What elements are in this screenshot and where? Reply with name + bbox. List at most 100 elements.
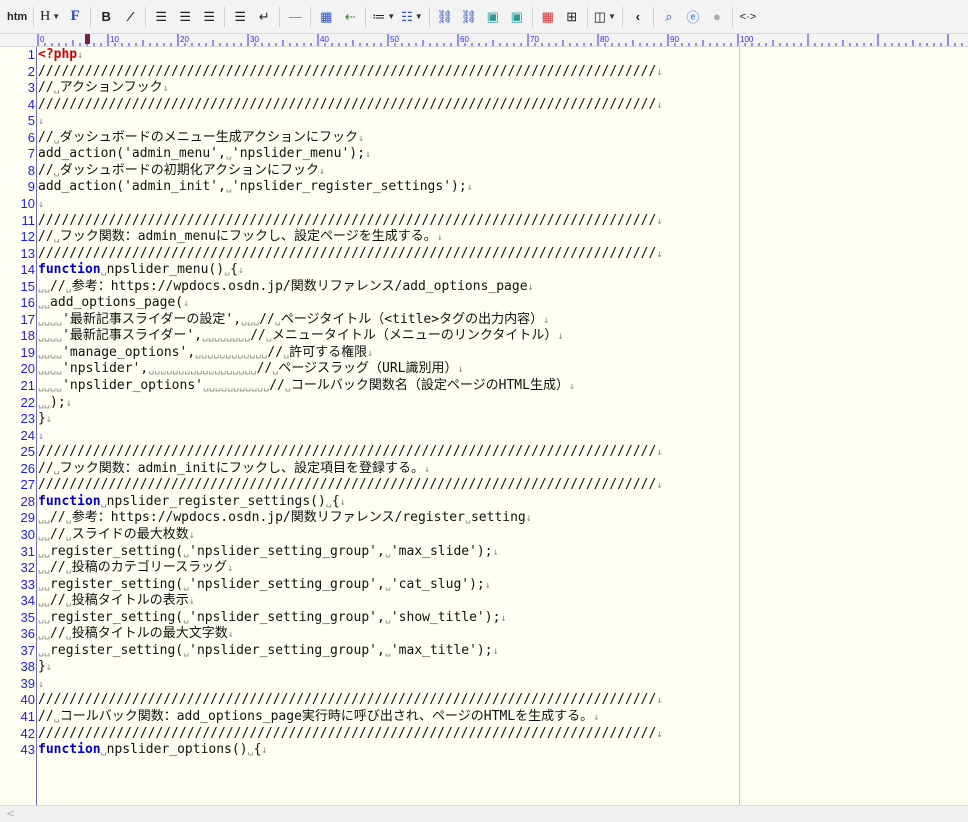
htm-button[interactable]: htm [7, 6, 27, 28]
code-text[interactable]: ␣␣);↓ [38, 395, 72, 413]
code-text[interactable]: ␣␣//␣参考：https://wpdocs.osdn.jp/関数リファレンス/… [38, 510, 532, 528]
code-text[interactable]: //␣ダッシュボードのメニュー生成アクションにフック↓ [38, 130, 364, 148]
code-text[interactable]: //␣コールバック関数：add_options_page実行時に呼び出され、ペー… [38, 709, 599, 727]
special-char-button[interactable]: ⊞ [563, 6, 581, 28]
code-text[interactable]: ////////////////////////////////////////… [38, 64, 662, 82]
browser-button[interactable]: ⓔ [684, 6, 702, 28]
italic-button[interactable]: ∕ [121, 6, 139, 28]
code-text[interactable]: }↓ [38, 411, 52, 429]
image-edit-button[interactable]: ▣ [508, 6, 526, 28]
code-text[interactable]: function␣npslider_register_settings()␣{↓ [38, 494, 346, 512]
code-text[interactable]: }↓ [38, 659, 52, 677]
whitespace-marker: ␣␣ [38, 298, 51, 310]
code-token: 'cat_slug'); [390, 576, 485, 592]
code-text[interactable]: ␣␣register_setting(␣'npslider_setting_gr… [38, 544, 499, 562]
code-text[interactable]: ␣␣register_setting(␣'npslider_setting_gr… [38, 577, 491, 595]
code-text[interactable]: add_action('admin_menu',␣'npslider_menu'… [38, 146, 371, 164]
code-text[interactable]: ////////////////////////////////////////… [38, 726, 662, 744]
code-token: // [38, 80, 54, 96]
align-center-button[interactable]: ☰ [176, 6, 194, 28]
code-text[interactable]: ␣␣//␣参考：https://wpdocs.osdn.jp/関数リファレンス/… [38, 279, 534, 297]
color-button[interactable]: ▦ [539, 6, 557, 28]
unlink-button[interactable]: ⛓ [460, 6, 478, 28]
toolbar-separator [621, 6, 623, 27]
code-text[interactable]: //␣フック関数：admin_menuにフックし、設定ページを生成する。↓ [38, 229, 443, 247]
code-text[interactable]: ␣␣add_options_page(↓ [38, 295, 189, 313]
unordered-list-dropdown[interactable]: ☷ ▼ [401, 6, 423, 28]
code-text[interactable]: //␣フック関数：admin_initにフックし、設定項目を登録する。↓ [38, 461, 430, 479]
code-tag-button[interactable]: <·> [739, 6, 757, 28]
code-editor[interactable]: 1 <?php↓ 2////////////////////////////////… [0, 47, 968, 805]
preview-button[interactable]: ⌕ [660, 6, 678, 28]
code-text[interactable]: ␣␣␣␣'manage_options',␣␣␣␣␣␣␣␣␣␣␣␣//␣許可する… [38, 345, 373, 363]
code-text[interactable]: ␣␣//␣投稿タイトルの表示↓ [38, 593, 195, 611]
code-text[interactable]: ␣␣␣␣'npslider',␣␣␣␣␣␣␣␣␣␣␣␣␣␣␣␣␣␣//␣ページス… [38, 361, 464, 379]
paragraph-button[interactable]: ☰ [231, 6, 249, 28]
code-text[interactable]: ↓ [38, 196, 44, 214]
image-button[interactable]: ▣ [484, 6, 502, 28]
back-button[interactable]: ‹ [629, 6, 647, 28]
code-text[interactable]: ␣␣␣␣'npslider_options'␣␣␣␣␣␣␣␣␣␣␣//␣コールバ… [38, 378, 575, 396]
whitespace-marker: ↓ [492, 546, 499, 558]
code-text[interactable]: ␣␣register_setting(␣'npslider_setting_gr… [38, 643, 499, 661]
ruler-label: 30 [250, 35, 259, 44]
code-text[interactable]: ////////////////////////////////////////… [38, 97, 662, 115]
table-button[interactable]: ▦ [317, 6, 335, 28]
align-left-button[interactable]: ☰ [152, 6, 170, 28]
code-text[interactable]: ␣␣␣␣'最新記事スライダー',␣␣␣␣␣␣␣␣//␣メニュータイトル（メニュー… [38, 328, 563, 346]
linebreak-button[interactable]: ↵ [255, 6, 273, 28]
line-number: 13 [20, 245, 35, 261]
code-text[interactable]: ␣␣//␣投稿のカテゴリースラッグ↓ [38, 560, 233, 578]
whitespace-marker: ↓ [183, 298, 190, 310]
line-number: 9 [27, 179, 35, 195]
code-text[interactable]: function␣npslider_menu()␣{↓ [38, 262, 244, 280]
bold-label: B [101, 9, 111, 24]
code-text[interactable]: ␣␣//␣投稿タイトルの最大文字数↓ [38, 626, 234, 644]
code-token: ////////////////////////////////////////… [38, 212, 657, 228]
line-number: 19 [20, 344, 35, 360]
toolbar-separator [365, 6, 367, 27]
code-text[interactable]: ↓ [38, 113, 44, 131]
disabled-button[interactable]: ● [708, 6, 726, 28]
code-text[interactable]: function␣npslider_options()␣{↓ [38, 742, 267, 760]
line-number: 41 [20, 709, 35, 724]
font-button[interactable]: F [66, 6, 84, 28]
code-text[interactable]: ////////////////////////////////////////… [38, 444, 662, 462]
code-text[interactable]: ␣␣register_setting(␣'npslider_setting_gr… [38, 610, 506, 628]
line-number: 21 [20, 378, 35, 393]
link-button[interactable]: ⛓ [436, 6, 454, 28]
scroll-left-icon[interactable]: < [6, 807, 15, 820]
font-label: F [70, 8, 80, 24]
line-number: 33 [20, 576, 35, 592]
code-text[interactable]: ␣␣␣␣'最新記事スライダーの設定',␣␣␣//␣ページタイトル（<title>… [38, 312, 549, 330]
bold-button[interactable]: B [97, 6, 115, 28]
code-token: } [38, 659, 46, 675]
code-text[interactable]: ↓ [38, 676, 44, 694]
horizontal-rule-button[interactable]: — [286, 6, 304, 28]
code-token: // [50, 510, 66, 526]
code-text[interactable]: ////////////////////////////////////////… [38, 477, 662, 495]
code-text[interactable]: add_action('admin_init',␣'npslider_regis… [38, 179, 473, 197]
code-token: 'npslider_setting_group', [189, 642, 385, 658]
horizontal-scrollbar[interactable]: < [0, 805, 968, 822]
code-text[interactable]: <?php↓ [38, 47, 83, 65]
editor-toolbar: htm H ▼ F B ∕ ☰ ☰ ☰ ☰ ↵ — ▦ ⇠ ≔ ▼ ☷ ▼ ⛓ ⛓ ▣… [0, 0, 968, 34]
align-right-button[interactable]: ☰ [200, 6, 218, 28]
line-number: 32 [20, 560, 35, 576]
code-text[interactable]: //␣アクションフック↓ [38, 80, 169, 98]
layout-dropdown[interactable]: ◫ ▼ [594, 6, 616, 28]
code-token: ////////////////////////////////////////… [38, 245, 657, 261]
code-text[interactable]: ////////////////////////////////////////… [38, 246, 662, 264]
code-text[interactable]: //␣ダッシュボードの初期化アクションにフック↓ [38, 163, 325, 181]
line-number: 35 [20, 609, 35, 625]
code-text[interactable]: ↓ [38, 428, 44, 446]
line-number: 3 [27, 80, 35, 96]
code-text[interactable]: ␣␣//␣スライドの最大枚数↓ [38, 527, 195, 545]
code-token: npslider_register_settings() [106, 493, 326, 509]
ordered-list-dropdown[interactable]: ≔ ▼ [372, 6, 395, 28]
code-text[interactable]: ////////////////////////////////////////… [38, 213, 662, 231]
line-number: 12 [20, 229, 35, 245]
comment-button[interactable]: ⇠ [341, 6, 359, 28]
heading-dropdown[interactable]: H ▼ [40, 6, 60, 28]
code-text[interactable]: ////////////////////////////////////////… [38, 692, 662, 710]
